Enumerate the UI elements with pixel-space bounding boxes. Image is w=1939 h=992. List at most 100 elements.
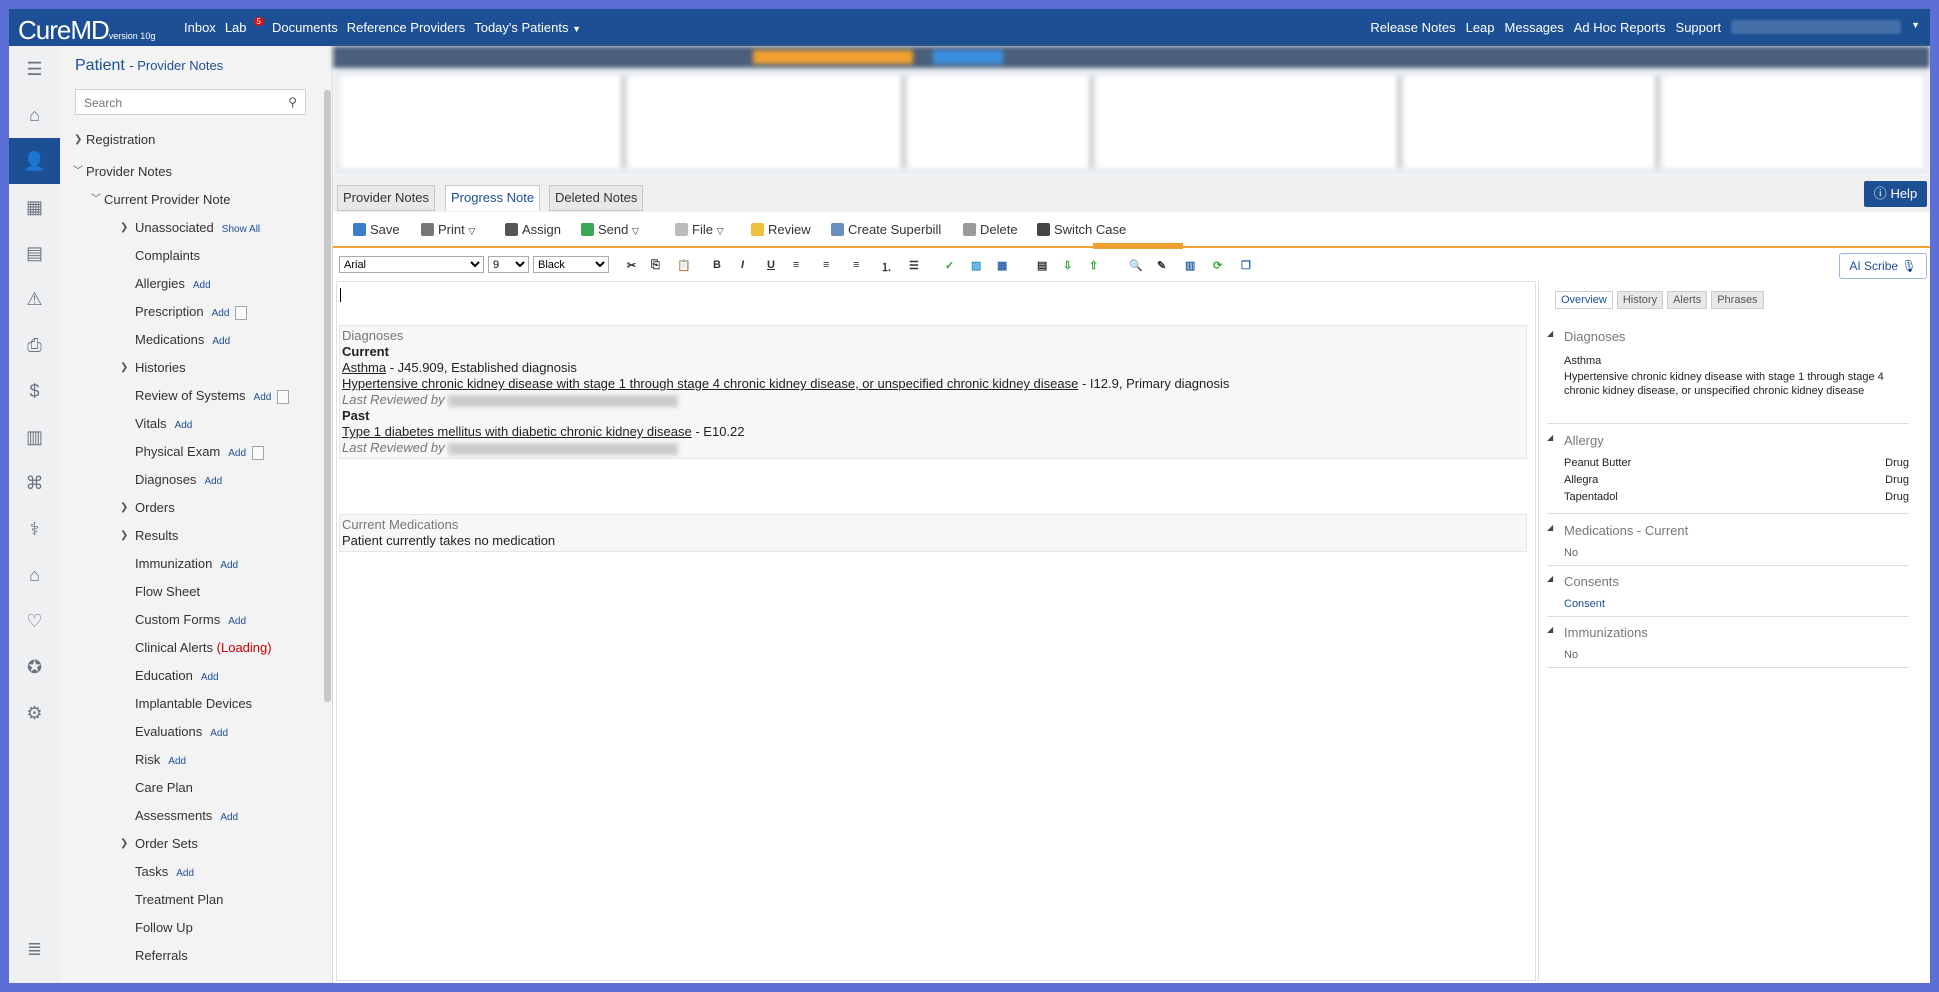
tab-alerts[interactable]: Alerts — [1667, 291, 1708, 309]
nav-release-notes[interactable]: Release Notes — [1370, 20, 1455, 35]
tab-progress-note[interactable]: Progress Note — [445, 185, 541, 211]
gear-icon[interactable]: ⚙ — [9, 690, 60, 736]
add-ros-link[interactable]: Add — [254, 392, 272, 403]
create-superbill-button[interactable]: Create Superbill — [831, 222, 941, 237]
add-custom-forms-link[interactable]: Add — [228, 616, 246, 627]
dna-icon[interactable]: ⚕ — [9, 506, 60, 552]
nav-reference-providers[interactable]: Reference Providers — [347, 20, 466, 35]
tree-flow-sheet[interactable]: Flow Sheet — [60, 578, 322, 606]
tree-scrollbar[interactable] — [324, 90, 331, 702]
nav-todays-patients[interactable]: Today's Patients ▼ — [474, 20, 581, 35]
add-tasks-link[interactable]: Add — [176, 868, 194, 879]
hospital-icon[interactable]: ⌘ — [9, 460, 60, 506]
add-vitals-link[interactable]: Add — [175, 420, 193, 431]
review-button[interactable]: Review — [751, 222, 811, 237]
section-header[interactable]: Consents — [1547, 574, 1909, 592]
nav-messages[interactable]: Messages — [1505, 20, 1564, 35]
tree-risk[interactable]: Risk Add — [60, 746, 322, 774]
nav-documents[interactable]: Documents — [272, 20, 338, 35]
font-family-select[interactable]: Arial — [339, 256, 484, 273]
section-header[interactable]: Diagnoses — [1547, 329, 1909, 347]
warning-icon[interactable]: ⚠ — [9, 276, 60, 322]
tree-review-of-systems[interactable]: Review of Systems Add — [60, 382, 322, 410]
italic-icon[interactable]: I — [741, 259, 744, 271]
tree-assessments[interactable]: Assessments Add — [60, 802, 322, 830]
diagnosis-link-asthma[interactable]: Asthma — [342, 360, 386, 375]
assign-button[interactable]: Assign — [505, 222, 561, 237]
tab-provider-notes[interactable]: Provider Notes — [337, 185, 435, 211]
align-center-icon[interactable]: ≡ — [823, 259, 829, 271]
section-header[interactable]: Allergy — [1547, 433, 1909, 451]
tree-orders[interactable]: ❯ Orders — [60, 494, 322, 522]
cut-icon[interactable]: ✂ — [627, 259, 636, 272]
chart-icon[interactable]: ▥ — [1185, 259, 1195, 272]
bold-icon[interactable]: B — [713, 259, 721, 271]
document-icon[interactable] — [235, 305, 248, 320]
edit-icon[interactable]: ✎ — [1157, 259, 1166, 272]
align-right-icon[interactable]: ≡ — [853, 259, 859, 271]
tree-histories[interactable]: ❯ Histories — [60, 354, 322, 382]
hamburger-menu-icon[interactable]: ☰ — [9, 46, 60, 92]
section-header[interactable]: Immunizations — [1547, 625, 1909, 643]
tree-diagnoses[interactable]: Diagnoses Add — [60, 466, 322, 494]
tree-tasks[interactable]: Tasks Add — [60, 858, 322, 886]
report-icon[interactable]: ▥ — [9, 414, 60, 460]
search-input[interactable] — [76, 90, 282, 116]
tree-results[interactable]: ❯ Results — [60, 522, 322, 550]
diagnosis-link-hypertensive-ckd[interactable]: Hypertensive chronic kidney disease with… — [342, 376, 1078, 391]
image-icon[interactable]: ▨ — [971, 259, 981, 272]
help-button[interactable]: ⓘ Help — [1864, 181, 1927, 207]
find-icon[interactable]: 🔍 — [1129, 259, 1143, 272]
send-button[interactable]: Send ▽ — [581, 222, 639, 237]
add-evaluations-link[interactable]: Add — [210, 728, 228, 739]
add-medications-link[interactable]: Add — [212, 336, 230, 347]
tree-follow-up[interactable]: Follow Up — [60, 914, 322, 942]
add-education-link[interactable]: Add — [201, 672, 219, 683]
tree-evaluations[interactable]: Evaluations Add — [60, 718, 322, 746]
add-assessments-link[interactable]: Add — [220, 812, 238, 823]
chevron-right-icon[interactable]: ❯ — [120, 830, 128, 858]
document-icon[interactable] — [252, 445, 265, 460]
consent-link[interactable]: Consent — [1547, 596, 1909, 613]
spellcheck-icon[interactable]: ✓ — [945, 259, 954, 272]
tree-medications[interactable]: Medications Add — [60, 326, 322, 354]
chevron-right-icon[interactable]: ❯ — [120, 494, 128, 522]
copy-icon[interactable]: ⎘ — [651, 259, 660, 272]
tree-referrals[interactable]: Referrals — [60, 942, 322, 970]
house-icon[interactable]: ⌂ — [9, 552, 60, 598]
chevron-right-icon[interactable]: ❯ — [120, 354, 128, 382]
tab-history[interactable]: History — [1616, 291, 1664, 309]
tree-immunization[interactable]: Immunization Add — [60, 550, 322, 578]
tree-order-sets[interactable]: ❯ Order Sets — [60, 830, 322, 858]
file-button[interactable]: File ▽ — [675, 222, 724, 237]
delete-button[interactable]: Delete — [963, 222, 1018, 237]
tree-complaints[interactable]: Complaints — [60, 242, 322, 270]
chevron-right-icon[interactable]: ❯ — [120, 214, 128, 242]
nav-inbox[interactable]: Inbox — [184, 20, 216, 35]
list-icon[interactable]: ▤ — [9, 230, 60, 276]
tree-care-plan[interactable]: Care Plan — [60, 774, 322, 802]
add-prescription-link[interactable]: Add — [212, 308, 230, 319]
table-icon[interactable]: ▦ — [997, 259, 1007, 272]
font-color-select[interactable]: Black — [533, 256, 609, 273]
tree-provider-notes[interactable]: ﹀ Provider Notes — [60, 158, 322, 186]
heart-monitor-icon[interactable]: ♡ — [9, 598, 60, 644]
bulleted-list-icon[interactable]: ☰ — [909, 259, 919, 272]
nav-lab[interactable]: Lab 5 — [225, 17, 264, 35]
tree-education[interactable]: Education Add — [60, 662, 322, 690]
tab-phrases[interactable]: Phrases — [1711, 291, 1764, 309]
chevron-down-icon[interactable]: ﹀ — [73, 158, 83, 186]
align-left-icon[interactable]: ≡ — [793, 259, 799, 271]
notes-icon[interactable]: ≣ — [9, 926, 60, 972]
section-header[interactable]: Medications - Current — [1547, 523, 1909, 541]
numbered-list-icon[interactable]: ⒈ — [881, 259, 892, 275]
curemd-logo[interactable]: CureMDversion 10g — [18, 15, 155, 46]
nav-support[interactable]: Support — [1676, 20, 1722, 35]
chevron-right-icon[interactable]: ❯ — [120, 522, 128, 550]
copy-note-icon[interactable]: ❐ — [1241, 259, 1251, 272]
nav-leap[interactable]: Leap — [1466, 20, 1495, 35]
tab-deleted-notes[interactable]: Deleted Notes — [549, 185, 644, 211]
paste-icon[interactable]: 📋 — [677, 259, 691, 272]
tree-allergies[interactable]: Allergies Add — [60, 270, 322, 298]
money-icon[interactable]: $ — [9, 368, 60, 414]
